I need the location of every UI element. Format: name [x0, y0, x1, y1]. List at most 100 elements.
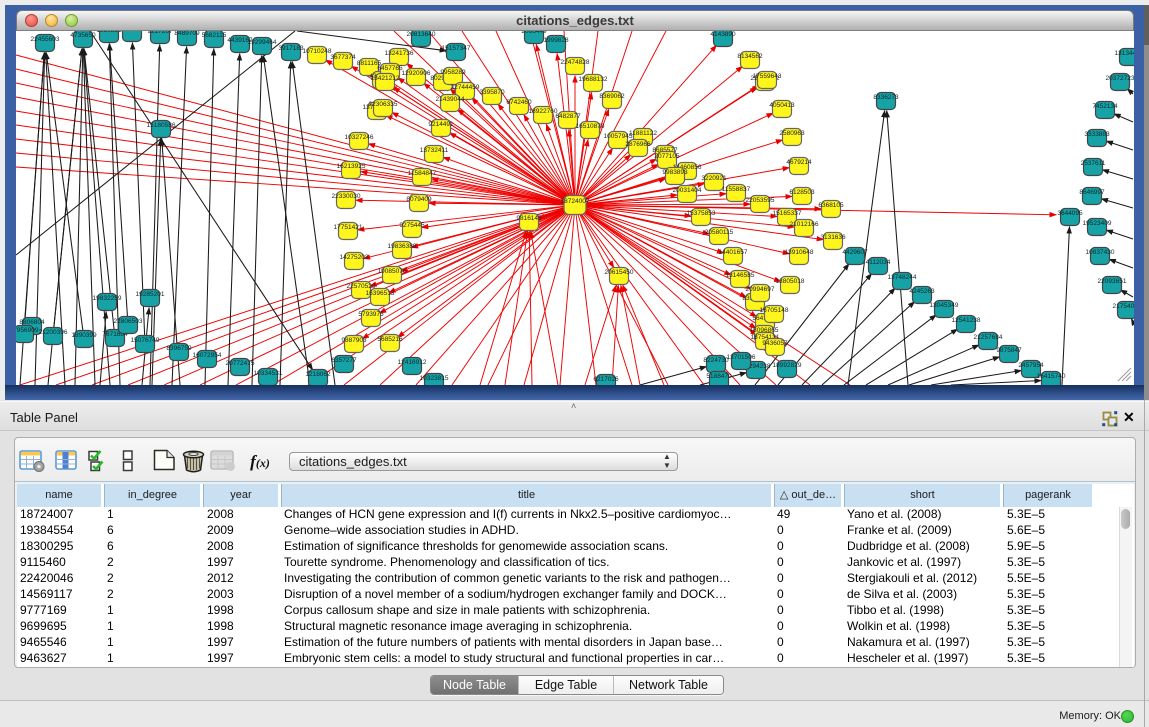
svg-text:19523409: 19523409: [1083, 220, 1112, 227]
svg-text:22053595: 22053595: [746, 197, 775, 204]
svg-text:5188470: 5188470: [706, 373, 732, 380]
svg-text:22455603: 22455603: [31, 36, 60, 43]
svg-text:21012166: 21012166: [790, 221, 819, 228]
svg-text:8369062: 8369062: [599, 93, 625, 100]
svg-text:3395870: 3395870: [479, 89, 505, 96]
svg-text:20772475: 20772475: [226, 360, 255, 367]
svg-text:f(x): f(x): [250, 452, 270, 471]
svg-text:21439044: 21439044: [436, 96, 465, 103]
svg-text:1999828: 1999828: [543, 37, 569, 44]
svg-text:5682115: 5682115: [202, 32, 227, 39]
svg-text:8224730: 8224730: [703, 357, 729, 364]
svg-text:22570529: 22570529: [347, 283, 376, 290]
svg-text:3677374: 3677374: [330, 54, 356, 61]
svg-text:9875847: 9875847: [996, 347, 1022, 354]
svg-text:2876966: 2876966: [625, 141, 651, 148]
svg-text:19832259: 19832259: [93, 295, 122, 302]
svg-text:18992829: 18992829: [773, 362, 802, 369]
svg-text:13805018: 13805018: [776, 278, 805, 285]
svg-text:9275445: 9275445: [399, 222, 425, 229]
svg-text:22806503: 22806503: [114, 318, 143, 325]
svg-text:9217207: 9217207: [147, 31, 173, 35]
svg-text:10327246: 10327246: [345, 134, 374, 141]
svg-text:21754078: 21754078: [1113, 303, 1134, 310]
svg-text:15375853: 15375853: [687, 210, 716, 217]
svg-text:13146585: 13146585: [726, 272, 755, 279]
svg-text:6457765: 6457765: [377, 65, 403, 72]
svg-text:12541238: 12541238: [952, 317, 981, 324]
svg-text:20994697: 20994697: [746, 286, 775, 293]
svg-text:5793975: 5793975: [358, 311, 384, 318]
svg-text:18922760: 18922760: [529, 108, 558, 115]
svg-text:6357277: 6357277: [331, 357, 357, 364]
svg-text:3917183: 3917183: [278, 45, 304, 52]
svg-text:15180586: 15180586: [147, 122, 176, 129]
svg-text:20031404: 20031404: [673, 187, 702, 194]
svg-text:8396759: 8396759: [166, 345, 192, 352]
svg-text:4679214: 4679214: [786, 159, 812, 166]
svg-text:15076749: 15076749: [131, 337, 160, 344]
svg-text:6128503: 6128503: [789, 189, 815, 196]
svg-text:3333883: 3333883: [1084, 131, 1110, 138]
svg-text:6217026: 6217026: [593, 376, 619, 383]
svg-text:17956909: 17956909: [16, 327, 39, 334]
svg-text:6482877: 6482877: [555, 113, 581, 120]
svg-text:11584847: 11584847: [408, 170, 437, 177]
svg-text:13732411: 13732411: [420, 147, 449, 154]
svg-text:16072954: 16072954: [193, 352, 222, 359]
svg-text:3131636: 3131636: [820, 234, 846, 241]
svg-text:20580115: 20580115: [705, 229, 734, 236]
svg-text:10228452: 10228452: [118, 31, 147, 33]
svg-text:9436057: 9436057: [762, 340, 788, 347]
svg-text:16705148: 16705148: [760, 307, 789, 314]
svg-text:9958289: 9958289: [440, 69, 466, 76]
svg-text:9214491: 9214491: [428, 121, 454, 128]
svg-text:12920906: 12920906: [402, 70, 431, 77]
svg-text:21257684: 21257684: [974, 334, 1003, 341]
svg-text:16213925: 16213925: [337, 163, 366, 170]
svg-text:20813640: 20813640: [407, 31, 436, 38]
svg-text:22474828: 22474828: [561, 59, 590, 66]
svg-text:8134562: 8134562: [737, 53, 763, 60]
svg-text:6742460: 6742460: [506, 99, 532, 106]
svg-text:2066449: 2066449: [521, 31, 547, 35]
svg-text:4735650: 4735650: [70, 32, 96, 39]
svg-text:13421212: 13421212: [371, 75, 400, 82]
svg-text:19299464: 19299464: [248, 39, 277, 46]
svg-text:4245263: 4245263: [909, 288, 935, 295]
svg-text:20372723: 20372723: [1106, 75, 1134, 82]
svg-text:13910648: 13910648: [785, 249, 814, 256]
svg-text:3220921: 3220921: [701, 175, 727, 182]
svg-text:9887903: 9887903: [341, 337, 367, 344]
svg-text:19688132: 19688132: [579, 76, 608, 83]
svg-text:13748244: 13748244: [888, 274, 917, 281]
svg-text:10710248: 10710248: [303, 48, 332, 55]
svg-text:15157347: 15157347: [442, 45, 471, 52]
svg-text:13701506: 13701506: [727, 354, 756, 361]
svg-text:17751421: 17751421: [334, 224, 363, 231]
svg-text:1218062: 1218062: [305, 371, 331, 378]
svg-text:2077105: 2077105: [654, 153, 680, 160]
svg-text:3644095: 3644095: [1057, 210, 1083, 217]
svg-text:16510878: 16510878: [576, 123, 605, 130]
svg-text:9816145: 9816145: [516, 215, 542, 222]
svg-text:7452134: 7452134: [1092, 103, 1118, 110]
svg-text:19085076: 19085076: [378, 268, 407, 275]
svg-text:1890399: 1890399: [71, 332, 97, 339]
svg-text:2580963: 2580963: [779, 130, 805, 137]
svg-text:13134457: 13134457: [1115, 50, 1134, 57]
svg-text:21200396: 21200396: [39, 329, 68, 336]
svg-text:8489709: 8489709: [174, 31, 200, 37]
svg-text:10837430: 10837430: [1086, 249, 1115, 256]
svg-text:17559643: 17559643: [753, 73, 782, 80]
svg-text:8646997: 8646997: [1079, 189, 1105, 196]
svg-text:22744459: 22744459: [451, 84, 480, 91]
svg-text:19285201: 19285201: [136, 291, 165, 298]
svg-text:15165337: 15165337: [773, 210, 802, 217]
svg-text:13045349: 13045349: [930, 302, 959, 309]
svg-text:22330030: 22330030: [332, 193, 361, 200]
svg-text:10334531: 10334531: [254, 370, 283, 377]
svg-text:2537611: 2537611: [1081, 160, 1106, 167]
svg-text:9983893: 9983893: [662, 169, 688, 176]
svg-text:2457954: 2457954: [1018, 362, 1044, 369]
